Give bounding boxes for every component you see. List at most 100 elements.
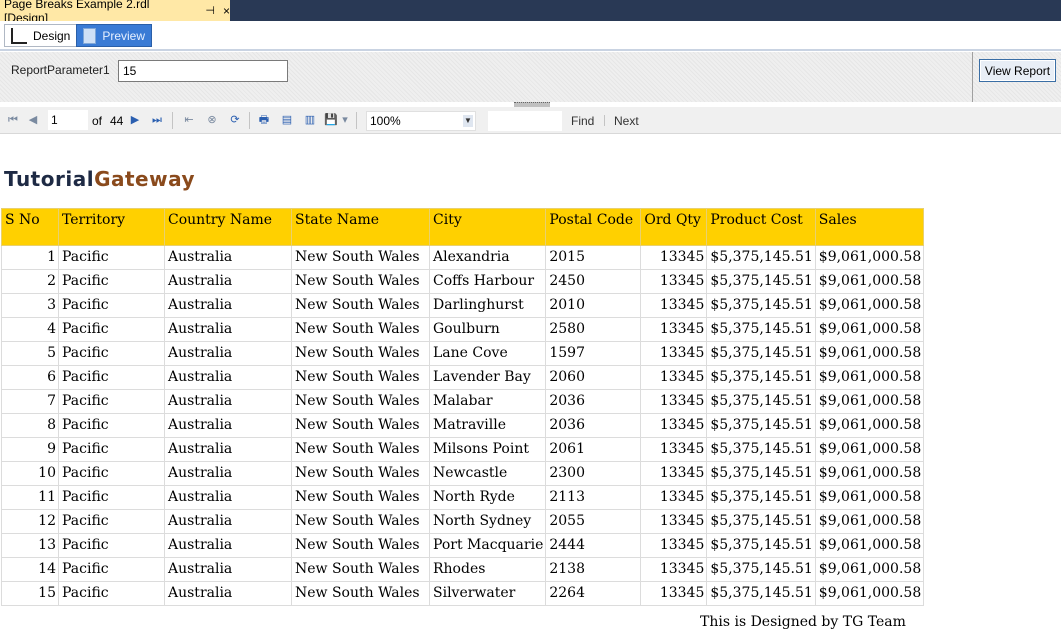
total-pages: 44 <box>110 114 124 128</box>
refresh-icon[interactable]: ⟳ <box>228 113 242 127</box>
table-cell: New South Wales <box>291 293 430 318</box>
table-cell: Australia <box>164 269 292 294</box>
page-setup-icon[interactable]: ▥ <box>303 113 317 127</box>
export-icon[interactable]: 💾 <box>324 113 338 127</box>
parameter-divider <box>972 52 973 102</box>
table-cell: $5,375,145.51 <box>706 317 816 342</box>
table-cell: Pacific <box>58 293 165 318</box>
table-cell: 2580 <box>545 317 642 342</box>
column-header: Territory <box>58 208 165 246</box>
find-input[interactable] <box>488 111 562 131</box>
table-row: 3 Pacific Australia New South Wales Darlingh… <box>1 293 925 318</box>
table-cell: Australia <box>164 437 292 462</box>
table-cell: 13345 <box>640 293 708 318</box>
table-cell: 13345 <box>640 533 708 558</box>
find-button[interactable]: Find <box>571 114 594 128</box>
table-cell: Pacific <box>58 389 165 414</box>
table-cell: Lane Cove <box>428 341 547 366</box>
table-cell: $5,375,145.51 <box>706 293 816 318</box>
table-cell: New South Wales <box>291 365 430 390</box>
table-cell: 2061 <box>545 437 642 462</box>
table-cell: 7 <box>1 389 59 414</box>
zoom-select[interactable]: 100% ▼ <box>366 111 476 131</box>
table-row: 8 Pacific Australia New South Wales Matravil… <box>1 413 925 438</box>
table-cell: $5,375,145.51 <box>706 341 816 366</box>
table-cell: Australia <box>164 341 292 366</box>
table-cell: New South Wales <box>291 461 430 486</box>
table-cell: New South Wales <box>291 269 430 294</box>
table-cell: $9,061,000.58 <box>814 269 925 294</box>
table-cell: Pacific <box>58 509 165 534</box>
table-cell: Pacific <box>58 413 165 438</box>
table-row: 10 Pacific Australia New South Wales Newcast… <box>1 461 925 486</box>
view-report-button[interactable]: View Report <box>979 59 1056 82</box>
table-row: 4 Pacific Australia New South Wales Goulburn… <box>1 317 925 342</box>
table-cell: $9,061,000.58 <box>814 533 925 558</box>
parameter-area: ReportParameter1 View Report <box>0 52 1061 102</box>
table-cell: New South Wales <box>291 485 430 510</box>
table-cell: New South Wales <box>291 581 430 606</box>
page-number-input[interactable] <box>48 110 88 130</box>
print-icon[interactable]: 🖶 <box>257 113 271 127</box>
table-cell: $9,061,000.58 <box>814 557 925 582</box>
table-cell: Pacific <box>58 365 165 390</box>
table-cell: Darlinghurst <box>428 293 547 318</box>
table-cell: Goulburn <box>428 317 547 342</box>
design-tab[interactable]: Design <box>4 24 78 47</box>
table-cell: Australia <box>164 413 292 438</box>
table-cell: 2015 <box>545 245 642 270</box>
zoom-dropdown-arrow-icon[interactable]: ▼ <box>463 115 473 127</box>
table-row: 9 Pacific Australia New South Wales Milsons … <box>1 437 925 462</box>
table-row: 12 Pacific Australia New South Wales North S… <box>1 509 925 534</box>
table-cell: 2138 <box>545 557 642 582</box>
last-page-icon[interactable]: ⏭ <box>150 113 164 127</box>
table-cell: Pacific <box>58 245 165 270</box>
table-cell: $5,375,145.51 <box>706 557 816 582</box>
table-cell: Pacific <box>58 581 165 606</box>
parameter-input[interactable] <box>118 60 288 82</box>
pin-icon[interactable]: ⊣ <box>205 4 215 17</box>
table-cell: 13345 <box>640 437 708 462</box>
table-cell: 13345 <box>640 581 708 606</box>
document-tab[interactable]: Page Breaks Example 2.rdl [Design] ⊣ × <box>0 0 230 25</box>
table-cell: 10 <box>1 461 59 486</box>
table-cell: Pacific <box>58 485 165 510</box>
table-cell: Australia <box>164 557 292 582</box>
first-page-icon[interactable]: ⏮ <box>6 113 20 127</box>
column-header: Country Name <box>164 208 292 246</box>
next-page-icon[interactable]: ▶ <box>128 113 142 127</box>
column-header: Product Cost <box>706 208 816 246</box>
table-cell: Pacific <box>58 317 165 342</box>
of-label: of <box>92 114 103 128</box>
next-button[interactable]: Next <box>614 114 639 128</box>
table-cell: 15 <box>1 581 59 606</box>
table-cell: Pacific <box>58 557 165 582</box>
table-cell: 6 <box>1 365 59 390</box>
table-cell: 13345 <box>640 413 708 438</box>
table-cell: Australia <box>164 245 292 270</box>
table-row: 7 Pacific Australia New South Wales Malabar 2… <box>1 389 925 414</box>
toolbar-separator <box>604 115 605 126</box>
report-toolbar: ⏮ ◀ of 44 ▶ ⏭ ⇤ ⊗ ⟳ 🖶 ▤ ▥ 💾 ▾ 100% ▼ Fin… <box>0 107 1061 134</box>
table-cell: New South Wales <box>291 245 430 270</box>
table-cell: Australia <box>164 293 292 318</box>
stop-icon[interactable]: ⊗ <box>205 113 219 127</box>
preview-tab[interactable]: Preview <box>76 24 152 47</box>
toolbar-separator <box>172 112 173 129</box>
table-cell: $9,061,000.58 <box>814 293 925 318</box>
table-cell: Milsons Point <box>428 437 547 462</box>
table-cell: Lavender Bay <box>428 365 547 390</box>
table-cell: Matraville <box>428 413 547 438</box>
export-dropdown-arrow-icon[interactable]: ▾ <box>338 113 352 127</box>
table-row: 6 Pacific Australia New South Wales Lavender… <box>1 365 925 390</box>
back-icon[interactable]: ⇤ <box>182 113 196 127</box>
previous-page-icon[interactable]: ◀ <box>26 113 40 127</box>
print-layout-icon[interactable]: ▤ <box>280 113 294 127</box>
table-cell: $9,061,000.58 <box>814 245 925 270</box>
column-header: S No <box>1 208 59 246</box>
table-cell: $5,375,145.51 <box>706 413 816 438</box>
close-icon[interactable]: × <box>223 4 230 18</box>
table-row: 1 Pacific Australia New South Wales Alexandr… <box>1 245 925 270</box>
table-cell: $9,061,000.58 <box>814 581 925 606</box>
table-row: 5 Pacific Australia New South Wales Lane Cov… <box>1 341 925 366</box>
